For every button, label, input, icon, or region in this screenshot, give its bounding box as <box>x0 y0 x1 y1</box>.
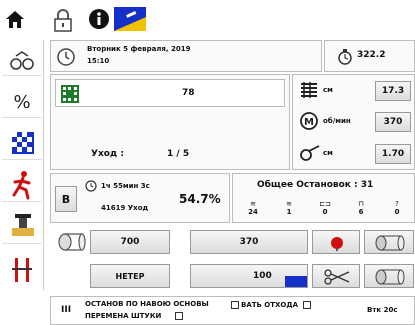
home-icon <box>6 11 24 28</box>
rpm-icon: M <box>300 112 318 130</box>
sidebar-item-machine[interactable] <box>2 42 42 76</box>
checkbox-3[interactable] <box>175 312 183 320</box>
machine-settings-icon <box>10 51 34 70</box>
shift-letter-button[interactable]: B <box>55 186 77 212</box>
sidebar-item-operator[interactable] <box>2 168 42 202</box>
reset-button[interactable]: НЕТЕР <box>90 264 170 288</box>
cut-button[interactable] <box>312 264 360 288</box>
sidebar-item-pattern[interactable] <box>2 126 42 160</box>
stop-count-value: 0 <box>322 208 328 216</box>
checkbox-1[interactable] <box>231 301 239 309</box>
sidebar: % <box>0 40 44 290</box>
top-toolbar <box>0 0 415 36</box>
date-text: Вторник 5 февраля, 2019 <box>87 45 191 53</box>
status-bar: III ОСТАНОВ ПО НАВОЮ ОСНОВЫ ПЕРЕМЕНА ШТУ… <box>50 296 415 325</box>
shift-speed: 41619 Уход <box>101 204 149 212</box>
lock-icon <box>54 9 72 32</box>
stop-count-other[interactable]: ? 0 <box>383 200 411 222</box>
production-panel: 78 Уход : 1 / 5 <box>50 74 290 170</box>
efficiency-value: 54.7% <box>179 192 221 206</box>
alarm-button[interactable] <box>312 230 360 254</box>
logo-button[interactable] <box>114 7 146 31</box>
percent-icon: % <box>13 92 30 113</box>
lock-button[interactable] <box>52 8 74 32</box>
stop-count-mechanical[interactable]: ⊏⊐ 0 <box>311 200 339 222</box>
fabric-roll-icon <box>375 235 405 251</box>
length-icon <box>300 145 320 161</box>
scissors-icon <box>324 269 350 285</box>
question-icon: ? <box>395 200 399 208</box>
param-value-1[interactable]: 17.3 <box>375 81 411 101</box>
production-counter-icon <box>61 85 79 103</box>
fabric-roll-change-icon <box>375 269 405 285</box>
roll-button-bottom[interactable] <box>364 264 414 288</box>
stop-count-value: 24 <box>248 208 258 216</box>
param-unit-3: см <box>323 149 333 157</box>
progress-fill <box>285 276 307 287</box>
roll-button-top[interactable] <box>364 230 414 254</box>
fabric-pattern-icon <box>12 132 34 154</box>
param-value-3[interactable]: 1.70 <box>375 144 411 164</box>
shift-time: 1ч 55мин 3с <box>101 182 150 190</box>
mid-value-bottom: 100 <box>253 271 272 281</box>
stop-count-manual[interactable]: ⊓ 6 <box>347 200 375 222</box>
param-unit-1: см <box>323 86 333 94</box>
status-roman: III <box>61 305 72 315</box>
sidebar-item-tools[interactable] <box>2 252 42 288</box>
weft-stop-icon: ≋ <box>286 200 292 208</box>
date-panel: Вторник 5 февраля, 2019 15:10 <box>50 40 322 72</box>
mechanical-stop-icon: ⊏⊐ <box>319 200 331 208</box>
cloth-roll-icon <box>58 233 86 251</box>
density-icon <box>301 82 317 98</box>
order-value: 1 / 5 <box>167 149 190 159</box>
info-button[interactable] <box>88 8 110 30</box>
stop-count-weft[interactable]: ≋ 1 <box>275 200 303 222</box>
shift-clock-icon <box>85 180 97 192</box>
order-label: Уход : <box>91 149 124 159</box>
bottom-controls: 700 НЕТЕР 370 100 <box>50 226 415 292</box>
shift-panel: B 1ч 55мин 3с 41619 Уход 54.7% <box>50 173 230 223</box>
stops-total: Общее Остановок : 31 <box>257 180 374 190</box>
running-person-icon <box>12 171 31 200</box>
status-line-2: ПЕРЕМЕНА ШТУКИ <box>85 312 162 320</box>
stop-counts-row: ≋ 24 ≋ 1 ⊏⊐ 0 ⊓ 6 ? 0 <box>239 200 411 222</box>
param-value-2[interactable]: 370 <box>375 112 411 132</box>
mid-value-bottom-field[interactable]: 100 <box>190 264 308 288</box>
mid-value-top[interactable]: 370 <box>190 230 308 254</box>
stop-count-value: 1 <box>286 208 292 216</box>
clock-icon <box>57 48 75 66</box>
manual-stop-icon: ⊓ <box>358 200 364 208</box>
red-light-icon <box>331 237 343 251</box>
counter-value: 322.2 <box>357 50 386 60</box>
param-unit-2: об/мин <box>323 117 351 125</box>
stop-count-warp[interactable]: ≋ 24 <box>239 200 267 222</box>
shift-value-box: 78 <box>55 79 285 107</box>
maintenance-icon <box>12 214 34 236</box>
sidebar-item-percent[interactable]: % <box>2 84 42 118</box>
warp-stop-icon: ≋ <box>250 200 256 208</box>
loom-logo-icon <box>114 7 146 31</box>
home-button[interactable] <box>4 8 28 32</box>
info-icon <box>89 9 109 29</box>
stop-count-value: 0 <box>394 208 400 216</box>
svg-text:M: M <box>304 117 314 128</box>
checkbox-1-label: ВАТЬ ОТХОДА <box>241 301 299 309</box>
svg-text:%: % <box>13 92 30 113</box>
left-value-field[interactable]: 700 <box>90 230 170 254</box>
stops-panel: Общее Остановок : 31 ≋ 24 ≋ 1 ⊏⊐ 0 ⊓ 6 ?… <box>232 173 415 223</box>
tools-icon <box>12 258 32 282</box>
status-line-1: ОСТАНОВ ПО НАВОЮ ОСНОВЫ <box>85 300 209 308</box>
counter-panel: 322.2 <box>324 40 415 72</box>
parameters-panel: см 17.3 M об/мин 370 см 1.70 <box>292 74 415 170</box>
status-right-text: Втк 20с <box>367 306 398 314</box>
sidebar-item-maintenance[interactable] <box>2 210 42 244</box>
shift-value: 78 <box>182 88 195 98</box>
timer-icon <box>338 49 352 65</box>
checkbox-2[interactable] <box>303 301 311 309</box>
time-text: 15:10 <box>87 57 110 65</box>
stop-count-value: 6 <box>358 208 364 216</box>
